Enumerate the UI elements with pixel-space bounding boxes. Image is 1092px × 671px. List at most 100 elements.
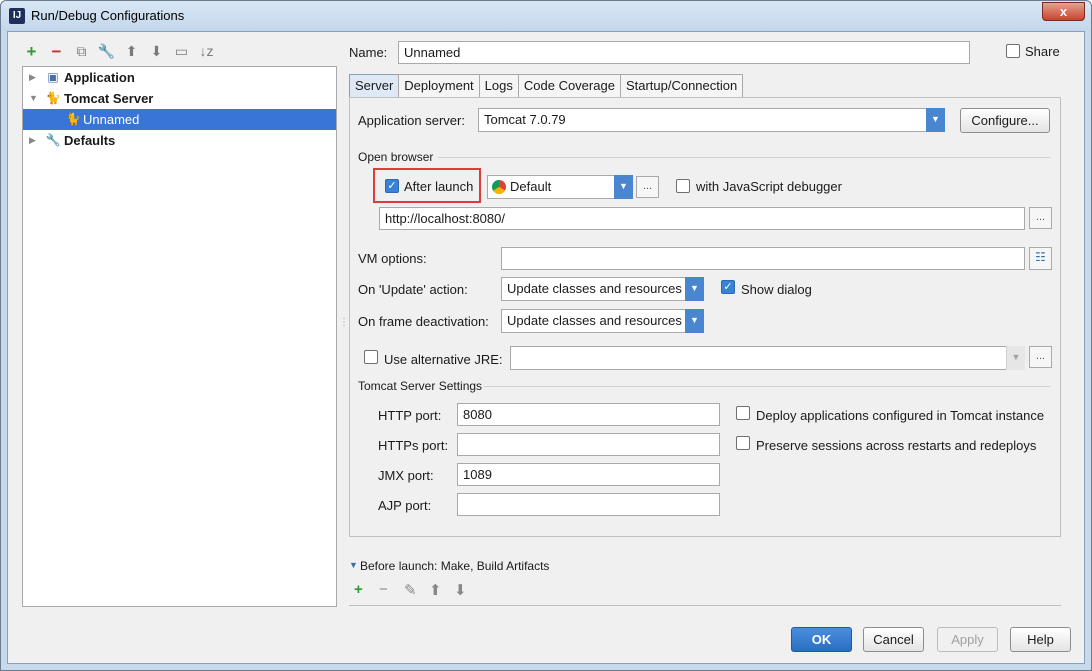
cancel-button[interactable]: Cancel (863, 627, 924, 652)
name-input[interactable]: Unnamed (398, 41, 970, 64)
before-launch-list-top (349, 605, 1061, 606)
tab-logs[interactable]: Logs (478, 74, 519, 97)
config-tree: ▶ ▣ Application ▼ 🐈 Tomcat Server 🐈 Unna… (22, 66, 337, 607)
vm-options-input[interactable] (501, 247, 1025, 270)
tree-item-label: Tomcat Server (64, 91, 154, 106)
share-label: Share (1025, 44, 1060, 59)
preserve-sessions-label: Preserve sessions across restarts and re… (756, 438, 1037, 453)
tab-server[interactable]: Server (349, 74, 400, 98)
tree-item-unnamed[interactable]: 🐈 Unnamed (23, 109, 336, 130)
frame-deactivation-value: Update classes and resources (507, 313, 682, 328)
chevron-down-icon[interactable]: ▼ (685, 309, 704, 333)
tree-item-label: Defaults (64, 133, 116, 148)
app-server-value: Tomcat 7.0.79 (484, 112, 566, 127)
collapse-arrow-icon[interactable]: ▼ (29, 88, 39, 109)
js-debugger-checkbox[interactable] (676, 179, 690, 193)
share-checkbox[interactable] (1006, 44, 1020, 58)
divider (484, 386, 1050, 387)
wrench-icon[interactable]: 🔧 (97, 42, 116, 61)
update-action-select[interactable]: Update classes and resources ▼ (501, 277, 704, 301)
http-port-input[interactable]: 8080 (457, 403, 720, 426)
collapse-triangle-icon[interactable]: ▼ (349, 560, 358, 570)
update-action-value: Update classes and resources (507, 281, 682, 296)
deploy-apps-checkbox[interactable] (736, 406, 750, 420)
tab-code-coverage[interactable]: Code Coverage (517, 74, 621, 97)
alt-jre-checkbox[interactable] (364, 350, 378, 364)
jmx-port-label: JMX port: (378, 468, 434, 483)
alt-jre-browse-button[interactable]: ... (1029, 346, 1052, 368)
frame-deactivation-label: On frame deactivation: (358, 314, 489, 329)
intellij-icon: IJ (9, 8, 25, 24)
tab-deployment[interactable]: Deployment (398, 74, 480, 97)
remove-icon[interactable]: − (379, 581, 388, 598)
open-browser-label: Open browser (358, 150, 434, 164)
jmx-port-input[interactable]: 1089 (457, 463, 720, 486)
app-server-select[interactable]: Tomcat 7.0.79 ▼ (478, 108, 945, 132)
edit-icon[interactable]: ✎ (404, 581, 417, 599)
ajp-port-input[interactable] (457, 493, 720, 516)
folder-icon[interactable]: ▭ (172, 42, 191, 61)
copy-icon[interactable]: ⧉ (72, 42, 91, 61)
deploy-apps-label: Deploy applications configured in Tomcat… (756, 408, 1045, 423)
add-icon[interactable]: + (22, 42, 41, 61)
tree-item-defaults[interactable]: ▶ 🔧 Defaults (23, 130, 336, 151)
title-bar: IJ Run/Debug Configurations x (1, 1, 1091, 31)
vm-options-label: VM options: (358, 251, 427, 266)
update-action-label: On 'Update' action: (358, 282, 468, 297)
apply-button[interactable]: Apply (937, 627, 998, 652)
chevron-down-icon[interactable]: ▼ (926, 108, 945, 132)
close-button[interactable]: x (1042, 2, 1085, 21)
run-debug-dialog: IJ Run/Debug Configurations x + − ⧉ 🔧 ⬆ … (0, 0, 1092, 671)
show-dialog-label: Show dialog (741, 282, 812, 297)
chrome-icon (492, 180, 506, 194)
https-port-input[interactable] (457, 433, 720, 456)
tree-item-label: Unnamed (83, 112, 140, 127)
arrow-up-icon[interactable]: ⬆ (122, 42, 141, 61)
browser-select[interactable]: Default ▼ (487, 175, 633, 199)
alt-jre-label: Use alternative JRE: (384, 352, 503, 367)
alt-jre-select[interactable]: ▼ (510, 346, 1025, 370)
remove-icon[interactable]: − (47, 42, 66, 61)
arrow-down-icon[interactable]: ⬇ (454, 581, 467, 599)
preserve-sessions-checkbox[interactable] (736, 436, 750, 450)
help-button[interactable]: Help (1010, 627, 1071, 652)
tab-startup-connection[interactable]: Startup/Connection (619, 74, 744, 97)
https-port-label: HTTPs port: (378, 438, 449, 453)
chevron-down-icon[interactable]: ▼ (1006, 346, 1025, 370)
config-tabs: Server Deployment Logs Code Coverage Sta… (349, 74, 744, 98)
tomcat-settings-label: Tomcat Server Settings (358, 379, 483, 393)
arrow-up-icon[interactable]: ⬆ (429, 581, 442, 599)
dialog-body: + − ⧉ 🔧 ⬆ ⬇ ▭ ↓z ▶ ▣ Application ▼ 🐈 Tom… (7, 31, 1085, 664)
show-dialog-checkbox[interactable]: ✓ (721, 280, 735, 294)
before-launch-label: Before launch: Make, Build Artifacts (360, 559, 550, 573)
add-icon[interactable]: + (354, 581, 363, 598)
application-icon: ▣ (47, 70, 59, 84)
arrow-down-icon[interactable]: ⬇ (147, 42, 166, 61)
url-expand-button[interactable]: ... (1029, 207, 1052, 229)
tree-item-application[interactable]: ▶ ▣ Application (23, 67, 336, 88)
tomcat-icon: 🐈 (45, 91, 61, 105)
app-server-label: Application server: (358, 113, 465, 128)
frame-deactivation-select[interactable]: Update classes and resources ▼ (501, 309, 704, 333)
expand-editor-icon[interactable]: ☷ (1029, 247, 1052, 270)
chevron-down-icon[interactable]: ▼ (685, 277, 704, 301)
browser-url-input[interactable]: http://localhost:8080/ (379, 207, 1025, 230)
sort-icon[interactable]: ↓z (197, 42, 216, 61)
tomcat-icon: 🐈 (65, 112, 81, 126)
ajp-port-label: AJP port: (378, 498, 432, 513)
wrench-icon: 🔧 (45, 133, 61, 147)
config-toolbar: + − ⧉ 🔧 ⬆ ⬇ ▭ ↓z (22, 42, 216, 62)
ok-button[interactable]: OK (791, 627, 852, 652)
splitter-handle[interactable]: ⋮ (339, 317, 349, 328)
expand-arrow-icon[interactable]: ▶ (29, 67, 39, 88)
after-launch-checkbox[interactable]: ✓ (385, 179, 399, 193)
expand-arrow-icon[interactable]: ▶ (29, 130, 39, 151)
tree-item-tomcat-server[interactable]: ▼ 🐈 Tomcat Server (23, 88, 336, 109)
browser-value: Default (510, 179, 552, 194)
configure-button[interactable]: Configure... (960, 108, 1050, 133)
browser-settings-button[interactable]: ... (636, 176, 659, 198)
window-title: Run/Debug Configurations (31, 8, 185, 23)
tree-item-label: Application (64, 70, 135, 85)
chevron-down-icon[interactable]: ▼ (614, 175, 633, 199)
after-launch-label: After launch (404, 179, 474, 194)
